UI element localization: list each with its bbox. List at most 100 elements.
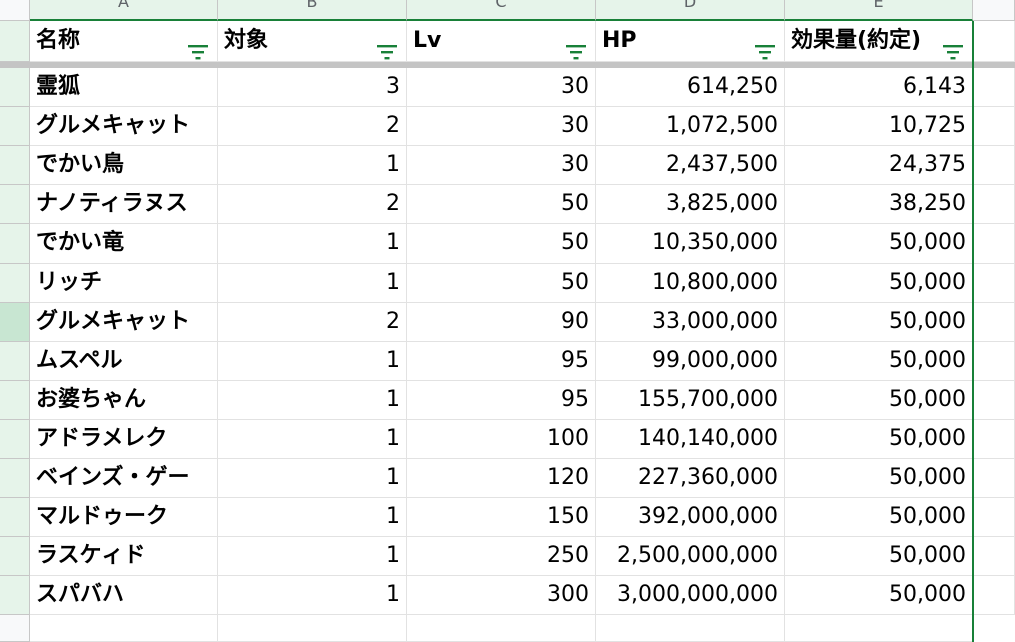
table-cell-hp[interactable]: 3,825,000 bbox=[596, 185, 785, 224]
table-cell-lv[interactable]: 95 bbox=[407, 381, 596, 420]
row-header-8[interactable] bbox=[0, 303, 30, 342]
table-cell-name[interactable]: マルドゥーク bbox=[30, 498, 218, 537]
empty-cell[interactable] bbox=[973, 459, 1015, 498]
column-header-f[interactable] bbox=[973, 0, 1015, 21]
table-cell-effect[interactable]: 50,000 bbox=[785, 498, 973, 537]
empty-cell[interactable] bbox=[973, 381, 1015, 420]
table-cell-lv[interactable]: 90 bbox=[407, 303, 596, 342]
filter-icon[interactable] bbox=[565, 34, 587, 60]
empty-cell[interactable] bbox=[973, 498, 1015, 537]
table-cell-hp[interactable]: 10,350,000 bbox=[596, 224, 785, 264]
table-cell-target[interactable]: 1 bbox=[218, 459, 407, 498]
table-cell-effect[interactable]: 50,000 bbox=[785, 224, 973, 264]
table-cell-effect[interactable]: 50,000 bbox=[785, 576, 973, 615]
empty-cell[interactable] bbox=[973, 146, 1015, 185]
table-cell-effect[interactable]: 50,000 bbox=[785, 381, 973, 420]
empty-cell[interactable] bbox=[785, 615, 973, 642]
empty-cell[interactable] bbox=[973, 224, 1015, 264]
row-header-12[interactable] bbox=[0, 459, 30, 498]
table-cell-hp[interactable]: 2,500,000,000 bbox=[596, 537, 785, 576]
table-cell-name[interactable]: スパバハ bbox=[30, 576, 218, 615]
column-header-c[interactable]: C bbox=[407, 0, 596, 21]
header-cell-name[interactable]: 名称 bbox=[30, 21, 218, 62]
table-cell-hp[interactable]: 2,437,500 bbox=[596, 146, 785, 185]
header-cell-effect[interactable]: 効果量(約定) bbox=[785, 21, 973, 62]
row-header-9[interactable] bbox=[0, 342, 30, 381]
table-cell-target[interactable]: 1 bbox=[218, 342, 407, 381]
empty-cell[interactable] bbox=[973, 576, 1015, 615]
table-cell-effect[interactable]: 50,000 bbox=[785, 459, 973, 498]
table-cell-lv[interactable]: 50 bbox=[407, 264, 596, 303]
table-cell-name[interactable]: グルメキャット bbox=[30, 303, 218, 342]
table-cell-target[interactable]: 1 bbox=[218, 381, 407, 420]
table-cell-hp[interactable]: 33,000,000 bbox=[596, 303, 785, 342]
table-cell-target[interactable]: 1 bbox=[218, 264, 407, 303]
table-cell-lv[interactable]: 50 bbox=[407, 224, 596, 264]
table-cell-hp[interactable]: 99,000,000 bbox=[596, 342, 785, 381]
table-cell-effect[interactable]: 50,000 bbox=[785, 264, 973, 303]
row-header-6[interactable] bbox=[0, 224, 30, 264]
empty-cell[interactable] bbox=[973, 68, 1015, 107]
empty-cell[interactable] bbox=[973, 264, 1015, 303]
table-cell-lv[interactable]: 300 bbox=[407, 576, 596, 615]
empty-cell[interactable] bbox=[407, 615, 596, 642]
table-cell-name[interactable]: ラスケィド bbox=[30, 537, 218, 576]
empty-cell[interactable] bbox=[973, 107, 1015, 146]
table-cell-lv[interactable]: 50 bbox=[407, 185, 596, 224]
row-header-10[interactable] bbox=[0, 381, 30, 420]
row-header-14[interactable] bbox=[0, 537, 30, 576]
empty-cell[interactable] bbox=[973, 420, 1015, 459]
table-cell-name[interactable]: お婆ちゃん bbox=[30, 381, 218, 420]
empty-cell[interactable] bbox=[218, 615, 407, 642]
table-cell-lv[interactable]: 30 bbox=[407, 68, 596, 107]
table-cell-hp[interactable]: 140,140,000 bbox=[596, 420, 785, 459]
filter-icon[interactable] bbox=[754, 34, 776, 60]
table-cell-lv[interactable]: 150 bbox=[407, 498, 596, 537]
table-cell-hp[interactable]: 155,700,000 bbox=[596, 381, 785, 420]
table-cell-lv[interactable]: 250 bbox=[407, 537, 596, 576]
table-cell-name[interactable]: でかい竜 bbox=[30, 224, 218, 264]
empty-cell[interactable] bbox=[973, 185, 1015, 224]
table-cell-name[interactable]: でかい鳥 bbox=[30, 146, 218, 185]
table-cell-target[interactable]: 1 bbox=[218, 420, 407, 459]
column-header-b[interactable]: B bbox=[218, 0, 407, 21]
empty-cell[interactable] bbox=[596, 615, 785, 642]
table-cell-name[interactable]: アドラメレク bbox=[30, 420, 218, 459]
table-cell-effect[interactable]: 24,375 bbox=[785, 146, 973, 185]
table-cell-hp[interactable]: 614,250 bbox=[596, 68, 785, 107]
table-cell-lv[interactable]: 30 bbox=[407, 107, 596, 146]
table-cell-effect[interactable]: 50,000 bbox=[785, 420, 973, 459]
column-header-e[interactable]: E bbox=[785, 0, 973, 21]
empty-cell[interactable] bbox=[30, 615, 218, 642]
table-cell-lv[interactable]: 120 bbox=[407, 459, 596, 498]
table-cell-hp[interactable]: 3,000,000,000 bbox=[596, 576, 785, 615]
table-cell-name[interactable]: 霊狐 bbox=[30, 68, 218, 107]
table-cell-target[interactable]: 1 bbox=[218, 498, 407, 537]
table-cell-lv[interactable]: 95 bbox=[407, 342, 596, 381]
table-cell-lv[interactable]: 30 bbox=[407, 146, 596, 185]
table-cell-effect[interactable]: 50,000 bbox=[785, 303, 973, 342]
table-cell-effect[interactable]: 10,725 bbox=[785, 107, 973, 146]
table-cell-hp[interactable]: 227,360,000 bbox=[596, 459, 785, 498]
select-all-corner[interactable] bbox=[0, 0, 30, 21]
filter-icon[interactable] bbox=[187, 34, 209, 60]
table-cell-target[interactable]: 2 bbox=[218, 107, 407, 146]
table-cell-lv[interactable]: 100 bbox=[407, 420, 596, 459]
table-cell-target[interactable]: 2 bbox=[218, 303, 407, 342]
row-header-4[interactable] bbox=[0, 146, 30, 185]
table-cell-name[interactable]: ムスペル bbox=[30, 342, 218, 381]
table-cell-effect[interactable]: 6,143 bbox=[785, 68, 973, 107]
row-header-15[interactable] bbox=[0, 576, 30, 615]
table-cell-name[interactable]: グルメキャット bbox=[30, 107, 218, 146]
row-header-5[interactable] bbox=[0, 185, 30, 224]
filter-icon[interactable] bbox=[942, 34, 964, 60]
table-cell-effect[interactable]: 50,000 bbox=[785, 342, 973, 381]
row-header-7[interactable] bbox=[0, 264, 30, 303]
row-header-3[interactable] bbox=[0, 107, 30, 146]
table-cell-hp[interactable]: 392,000,000 bbox=[596, 498, 785, 537]
table-cell-effect[interactable]: 38,250 bbox=[785, 185, 973, 224]
row-header-11[interactable] bbox=[0, 420, 30, 459]
row-header-2[interactable] bbox=[0, 68, 30, 107]
empty-cell[interactable] bbox=[973, 303, 1015, 342]
table-cell-name[interactable]: ベインズ・ゲー bbox=[30, 459, 218, 498]
